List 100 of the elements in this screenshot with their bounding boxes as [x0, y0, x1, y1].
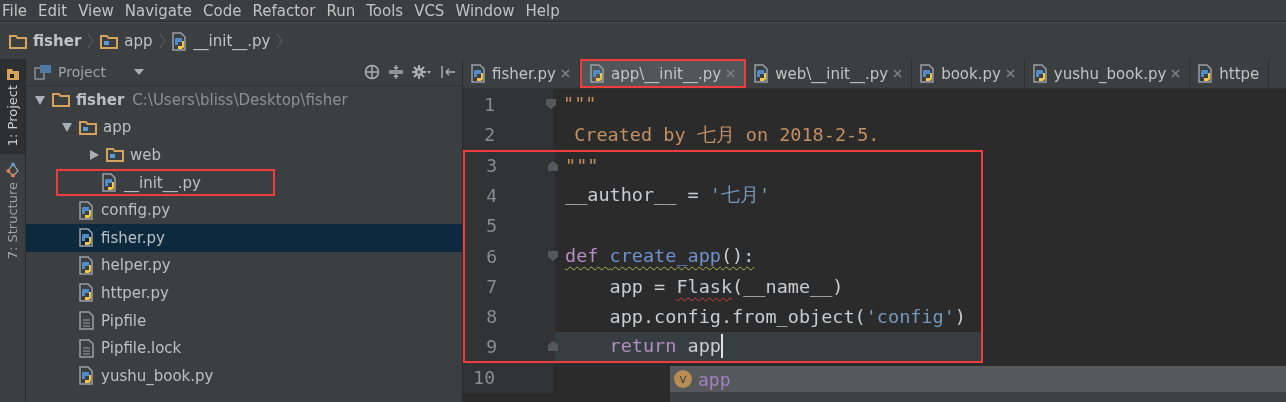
project-view-icon: [34, 64, 52, 80]
line-number: 3: [485, 155, 497, 177]
editor-tab[interactable]: book.py: [912, 59, 1025, 88]
line-number: 8: [485, 306, 497, 328]
python-file-icon: [79, 255, 95, 275]
menu-item[interactable]: Refactor: [252, 1, 316, 20]
menu-item[interactable]: Tools: [366, 1, 404, 20]
text-file-icon: [79, 311, 95, 331]
python-file-icon: [79, 228, 95, 248]
tool-window-tab[interactable]: 1: Project: [0, 59, 25, 155]
file-name: web: [130, 146, 162, 164]
menu-item[interactable]: Window: [455, 1, 515, 20]
text-cursor: [720, 334, 723, 359]
tool-window-tab[interactable]: 7: Structure: [0, 154, 25, 268]
tree-item[interactable]: httper.py: [26, 279, 462, 307]
completion-item[interactable]: v app: [670, 366, 1286, 392]
crosshair-icon[interactable]: [364, 64, 380, 80]
expanded-arrow-icon[interactable]: [61, 121, 73, 134]
python-file-icon: [754, 64, 771, 83]
hide-panel-icon[interactable]: [440, 64, 456, 80]
python-file-icon: [920, 64, 937, 83]
editor-tab[interactable]: yushu_book.py: [1024, 59, 1191, 88]
folder-icon: [52, 92, 70, 108]
variable-badge: v: [674, 370, 692, 388]
file-name: Pipfile: [101, 311, 147, 330]
package-folder-icon: [79, 119, 97, 135]
menu-item[interactable]: File: [2, 1, 28, 20]
tree-item[interactable]: web: [26, 141, 462, 169]
menu-item[interactable]: Run: [326, 1, 356, 20]
close-icon[interactable]: [893, 69, 903, 78]
breadcrumb-label: __init__.py: [193, 32, 271, 50]
close-icon[interactable]: [726, 69, 736, 78]
breadcrumb[interactable]: __init__.py: [171, 31, 271, 51]
editor-tab[interactable]: app\__init__.py: [579, 59, 747, 88]
folder-name: fisher: [76, 90, 125, 109]
close-icon[interactable]: [560, 69, 570, 78]
line-number: 2: [483, 124, 495, 146]
code-line: """: [562, 92, 597, 117]
python-file-icon: [171, 31, 188, 51]
line-number: 7: [485, 276, 497, 298]
python-file-icon: [79, 283, 95, 303]
collapsed-arrow-icon[interactable]: [88, 149, 100, 161]
code-line: Created by 七月 on 2018-2-5.: [573, 122, 880, 147]
breadcrumb-label: fisher: [33, 32, 82, 50]
line-number: 5: [485, 215, 497, 237]
folder-path: C:\Users\bliss\Desktop\fisher: [132, 90, 348, 109]
tree-item[interactable]: app: [26, 113, 462, 142]
menu-item[interactable]: Edit: [38, 1, 68, 20]
package-folder-icon: [106, 147, 124, 163]
settings-icon[interactable]: [412, 64, 432, 80]
file-name: helper.py: [101, 256, 171, 275]
dropdown-caret-icon: [133, 69, 144, 75]
editor-tab[interactable]: web\__init__.py: [746, 59, 913, 88]
tree-item[interactable]: config.py: [26, 196, 462, 224]
tree-item[interactable]: __init__.py: [26, 168, 462, 197]
breadcrumb-label: app: [124, 32, 153, 50]
collapse-all-icon[interactable]: [388, 64, 404, 80]
chevron-icon: [276, 33, 284, 49]
fold-marker-icon[interactable]: [547, 159, 559, 172]
code-line: return app: [608, 334, 721, 359]
view-selector[interactable]: Project: [34, 64, 158, 80]
fold-marker-icon[interactable]: [545, 98, 557, 111]
expanded-arrow-icon[interactable]: [34, 93, 46, 106]
file-name: yushu_book.py: [101, 366, 214, 385]
menu-item[interactable]: View: [78, 1, 114, 20]
code-line: def create_app():: [564, 244, 755, 269]
chevron-icon: [87, 33, 95, 49]
fold-marker-icon[interactable]: [547, 340, 559, 353]
line-number: 10: [472, 367, 495, 389]
file-name: httper.py: [101, 283, 169, 302]
line-number: 4: [485, 184, 497, 206]
close-icon[interactable]: [1005, 69, 1015, 78]
tree-item[interactable]: fisher C:\Users\bliss\Desktop\fisher: [26, 86, 462, 114]
folder-icon: [9, 33, 27, 49]
view-title: Project: [58, 64, 106, 80]
breadcrumb[interactable]: fisher: [9, 32, 82, 50]
tree-item[interactable]: Pipfile.lock: [26, 334, 462, 362]
editor-tab[interactable]: fisher.py: [463, 59, 580, 88]
python-file-icon: [1032, 64, 1049, 83]
editor-tab[interactable]: httpe: [1190, 59, 1270, 88]
python-file-icon: [1198, 64, 1215, 83]
folder-icon: [5, 67, 20, 81]
python-file-icon: [471, 64, 487, 83]
menu-item[interactable]: Help: [525, 1, 560, 20]
fold-marker-icon[interactable]: [547, 250, 559, 263]
code-line: app = Flask(__name__): [608, 274, 844, 299]
menu-item[interactable]: Navigate: [124, 1, 193, 20]
tree-item[interactable]: fisher.py: [26, 223, 462, 252]
python-file-icon: [79, 366, 95, 386]
python-file-icon: [79, 200, 95, 220]
menu-item[interactable]: Code: [203, 1, 242, 20]
menu-item[interactable]: VCS: [414, 1, 445, 20]
close-icon[interactable]: [1171, 69, 1181, 78]
breadcrumb[interactable]: app: [100, 32, 153, 50]
structure-icon: [5, 162, 20, 179]
tree-item[interactable]: Pipfile: [26, 306, 462, 335]
file-name: fisher.py: [101, 228, 165, 247]
tree-item[interactable]: helper.py: [26, 251, 462, 280]
text-file-icon: [79, 338, 95, 358]
tree-item[interactable]: yushu_book.py: [26, 361, 462, 390]
